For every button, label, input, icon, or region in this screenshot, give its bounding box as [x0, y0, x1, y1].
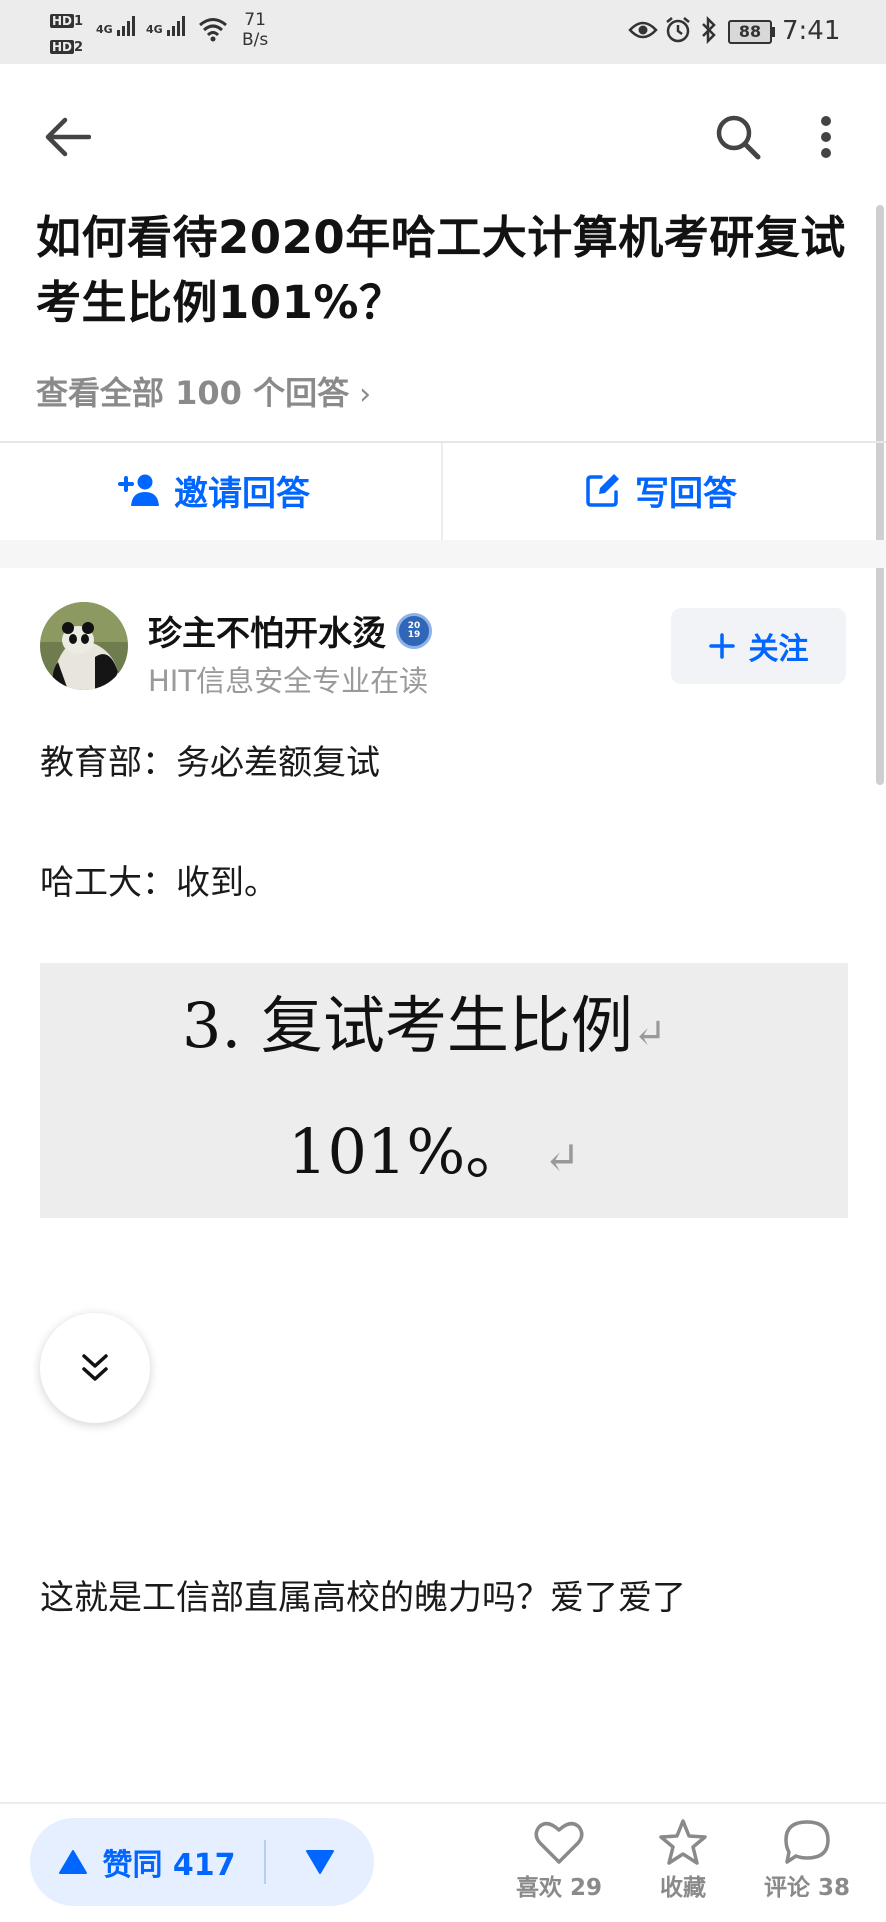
alarm-icon: [666, 17, 690, 43]
panda-avatar-image: [40, 602, 128, 690]
badge-year: 2019: [407, 620, 421, 640]
invite-answer-label: 邀请回答: [174, 473, 310, 514]
triangle-down-icon: [306, 1850, 334, 1874]
favorite-button[interactable]: 收藏: [628, 1818, 738, 1910]
author-name-text: 珍主不怕开水烫: [148, 614, 386, 654]
like-label: 喜欢 29: [515, 1875, 602, 1901]
follow-button[interactable]: 关注: [671, 608, 846, 684]
scrollbar[interactable]: [876, 205, 884, 785]
downvote-button[interactable]: [266, 1818, 374, 1906]
view-all-label: 查看全部 100 个回答: [36, 374, 350, 412]
battery-tip: [772, 27, 775, 37]
hd-label: HD: [50, 40, 75, 54]
search-icon: [716, 115, 761, 160]
signal-bars-icon: [116, 14, 135, 36]
author-bio: HIT信息安全专业在读: [148, 664, 429, 698]
chevron-right-icon: ›: [359, 377, 372, 412]
clock: 7:41: [782, 16, 841, 46]
favorite-label: 收藏: [660, 1875, 706, 1901]
upvote-button[interactable]: 赞同 417: [30, 1818, 264, 1906]
status-bar: HD 1 HD 2 4G 4G 71 B/s 88 7:41: [0, 0, 886, 64]
comment-label: 评论 38: [763, 1875, 850, 1901]
star-icon: [659, 1819, 707, 1865]
battery-indicator: 88: [728, 20, 775, 44]
bluetooth-icon: [702, 16, 716, 44]
edit-icon: [586, 474, 619, 507]
hd-indicator-1: HD 1: [50, 10, 83, 29]
signal-label: 4G: [146, 23, 163, 36]
signal-1: 4G: [96, 14, 135, 36]
divider: [0, 441, 886, 443]
more-button[interactable]: [806, 105, 846, 169]
battery-level: 88: [728, 20, 772, 44]
add-person-icon: [118, 474, 159, 506]
wifi-icon: [199, 18, 227, 42]
write-answer-button[interactable]: 写回答: [585, 462, 737, 518]
more-vertical-icon: [821, 116, 831, 158]
comment-icon: [784, 1820, 830, 1864]
author-name[interactable]: 珍主不怕开水烫 2019: [148, 606, 432, 655]
network-speed: 71 B/s: [242, 10, 269, 50]
signal-2: 4G: [146, 14, 185, 36]
section-gap: [0, 540, 886, 568]
double-chevron-down-icon: [82, 1354, 108, 1381]
heart-icon: [534, 1821, 584, 1864]
action-divider: [441, 443, 443, 540]
answer-image[interactable]: 3. 复试考生比例↵ 101%。 ↵: [40, 963, 848, 1218]
search-button[interactable]: [706, 105, 770, 169]
upvote-label: 赞同 417: [102, 1848, 236, 1883]
hd-label: HD: [50, 14, 75, 28]
back-button[interactable]: [36, 105, 100, 169]
triangle-up-icon: [59, 1850, 88, 1874]
answer-paragraph: 教育部：务必差额复试: [40, 743, 380, 783]
image-line: 3. 复试考生比例↵: [182, 989, 667, 1062]
signal-bars-icon: [166, 14, 185, 36]
question-title[interactable]: 如何看待2020年哈工大计算机考研复试考生比例101%？: [36, 205, 850, 335]
view-all-answers-link[interactable]: 查看全部 100 个回答 ›: [36, 368, 371, 414]
follow-label: 关注: [748, 632, 809, 667]
plus-icon: [708, 633, 735, 659]
like-button[interactable]: 喜欢 29: [504, 1818, 614, 1910]
signal-label: 4G: [96, 23, 113, 36]
invite-answer-button[interactable]: 邀请回答: [118, 462, 310, 518]
eye-icon: [628, 21, 658, 39]
arrow-left-icon: [45, 117, 91, 157]
hd-sub-1: 1: [74, 14, 84, 29]
hd-indicator-2: HD 2: [50, 36, 83, 55]
expand-button[interactable]: [40, 1313, 150, 1423]
answer-paragraph: 这就是工信部直属高校的魄力吗？爱了爱了: [40, 1578, 686, 1618]
answer-paragraph: 哈工大：收到。: [40, 863, 278, 903]
badge-icon: 2019: [396, 612, 432, 649]
hd-sub-2: 2: [74, 40, 84, 55]
write-answer-label: 写回答: [635, 473, 737, 514]
avatar[interactable]: [40, 602, 128, 690]
image-line: 101%。 ↵: [288, 1115, 581, 1188]
comment-button[interactable]: 评论 38: [752, 1818, 862, 1910]
